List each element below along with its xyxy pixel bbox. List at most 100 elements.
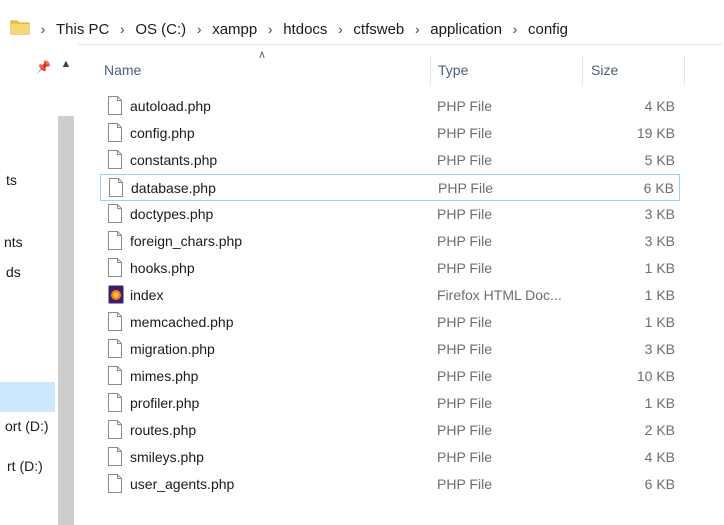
file-row[interactable]: routes.php PHP File 2 KB bbox=[100, 417, 680, 444]
file-size: 4 KB bbox=[644, 98, 675, 114]
file-type: PHP File bbox=[437, 125, 492, 141]
file-name: constants.php bbox=[130, 152, 218, 168]
document-icon bbox=[108, 150, 122, 169]
file-size: 2 KB bbox=[644, 422, 675, 438]
file-name: database.php bbox=[131, 180, 216, 196]
column-divider[interactable] bbox=[582, 55, 583, 85]
chevron-right-icon[interactable]: › bbox=[404, 21, 430, 37]
document-icon bbox=[108, 366, 122, 385]
chevron-right-icon[interactable]: › bbox=[257, 21, 283, 37]
file-name: smileys.php bbox=[130, 449, 204, 465]
column-header-type[interactable]: Type bbox=[438, 55, 468, 85]
sort-ascending-icon: ∧ bbox=[258, 49, 267, 61]
breadcrumb-item[interactable]: application bbox=[430, 21, 502, 38]
file-size: 1 KB bbox=[644, 314, 675, 330]
document-icon bbox=[108, 474, 122, 493]
file-row[interactable]: smileys.php PHP File 4 KB bbox=[100, 444, 680, 471]
chevron-right-icon[interactable]: › bbox=[502, 21, 528, 37]
chevron-right-icon[interactable]: › bbox=[186, 21, 212, 37]
file-type: PHP File bbox=[437, 341, 492, 357]
file-type: PHP File bbox=[437, 206, 492, 222]
column-header-size[interactable]: Size bbox=[591, 55, 618, 85]
nav-selected-highlight bbox=[0, 382, 55, 412]
file-name: foreign_chars.php bbox=[130, 233, 243, 249]
file-type: PHP File bbox=[437, 260, 492, 276]
column-header-name[interactable]: Name bbox=[104, 55, 141, 85]
scroll-up-icon[interactable]: ▲ bbox=[59, 58, 73, 72]
file-size: 3 KB bbox=[644, 341, 675, 357]
chevron-right-icon[interactable]: › bbox=[109, 21, 135, 37]
breadcrumb-item[interactable]: This PC bbox=[56, 21, 109, 38]
nav-item-drive[interactable]: ort (D:) bbox=[5, 418, 49, 434]
folder-icon bbox=[10, 20, 30, 35]
nav-item[interactable]: nts bbox=[4, 234, 23, 250]
pin-icon[interactable]: 📌 bbox=[36, 60, 52, 76]
file-row[interactable]: memcached.php PHP File 1 KB bbox=[100, 309, 680, 336]
nav-item[interactable]: ds bbox=[6, 264, 21, 280]
file-type: PHP File bbox=[437, 314, 492, 330]
file-size: 4 KB bbox=[644, 449, 675, 465]
file-name: memcached.php bbox=[130, 314, 234, 330]
file-size: 19 KB bbox=[636, 125, 675, 141]
document-icon bbox=[108, 123, 122, 142]
file-row[interactable]: database.php PHP File 6 KB bbox=[100, 174, 680, 201]
breadcrumb-item[interactable]: htdocs bbox=[283, 21, 327, 38]
file-size: 6 KB bbox=[643, 180, 674, 196]
chevron-right-icon[interactable]: › bbox=[327, 21, 353, 37]
file-size: 6 KB bbox=[644, 476, 675, 492]
file-size: 1 KB bbox=[644, 287, 675, 303]
nav-item-drive[interactable]: rt (D:) bbox=[7, 458, 43, 474]
breadcrumb-item[interactable]: ctfsweb bbox=[353, 21, 404, 38]
file-row[interactable]: profiler.php PHP File 1 KB bbox=[100, 390, 680, 417]
chevron-right-icon[interactable]: › bbox=[30, 21, 56, 37]
breadcrumb: › This PC › OS (C:) › xampp › htdocs › ctfsweb › ap… bbox=[30, 18, 568, 40]
document-icon bbox=[108, 393, 122, 412]
file-type: PHP File bbox=[437, 152, 492, 168]
breadcrumb-item[interactable]: xampp bbox=[212, 21, 257, 38]
file-row[interactable]: user_agents.php PHP File 6 KB bbox=[100, 471, 680, 498]
file-row[interactable]: foreign_chars.php PHP File 3 KB bbox=[100, 228, 680, 255]
file-size: 10 KB bbox=[636, 368, 675, 384]
nav-item[interactable]: ts bbox=[6, 172, 17, 188]
breadcrumb-item[interactable]: config bbox=[528, 21, 568, 38]
address-bar[interactable]: › This PC › OS (C:) › xampp › htdocs › ctfsweb › ap… bbox=[0, 0, 722, 45]
file-type: PHP File bbox=[437, 368, 492, 384]
file-name: doctypes.php bbox=[130, 206, 214, 222]
file-row[interactable]: mimes.php PHP File 10 KB bbox=[100, 363, 680, 390]
file-row[interactable]: migration.php PHP File 3 KB bbox=[100, 336, 680, 363]
nav-scrollbar-thumb[interactable] bbox=[58, 116, 74, 525]
file-row[interactable]: config.php PHP File 19 KB bbox=[100, 120, 680, 147]
column-divider[interactable] bbox=[684, 55, 685, 85]
file-size: 1 KB bbox=[644, 260, 675, 276]
file-type: PHP File bbox=[437, 98, 492, 114]
document-icon bbox=[108, 312, 122, 331]
document-icon bbox=[108, 339, 122, 358]
file-size: 3 KB bbox=[644, 206, 675, 222]
file-type: PHP File bbox=[437, 422, 492, 438]
file-type: PHP File bbox=[437, 449, 492, 465]
column-divider[interactable] bbox=[430, 55, 431, 85]
file-name: profiler.php bbox=[130, 395, 200, 411]
file-type: PHP File bbox=[437, 395, 492, 411]
file-row[interactable]: hooks.php PHP File 1 KB bbox=[100, 255, 680, 282]
file-name: autoload.php bbox=[130, 98, 211, 114]
document-icon bbox=[108, 258, 122, 277]
file-name: hooks.php bbox=[130, 260, 195, 276]
file-row[interactable]: autoload.php PHP File 4 KB bbox=[100, 93, 680, 120]
file-row[interactable]: index Firefox HTML Doc... 1 KB bbox=[100, 282, 680, 309]
file-name: mimes.php bbox=[130, 368, 199, 384]
document-icon bbox=[108, 96, 122, 115]
file-name: index bbox=[130, 287, 164, 303]
file-type: PHP File bbox=[437, 233, 492, 249]
file-size: 3 KB bbox=[644, 233, 675, 249]
file-name: migration.php bbox=[130, 341, 215, 357]
document-icon bbox=[108, 231, 122, 250]
breadcrumb-item[interactable]: OS (C:) bbox=[135, 21, 186, 38]
firefox-icon bbox=[108, 285, 124, 304]
file-name: routes.php bbox=[130, 422, 197, 438]
document-icon bbox=[109, 178, 123, 197]
file-type: Firefox HTML Doc... bbox=[437, 287, 562, 303]
file-type: PHP File bbox=[438, 180, 493, 196]
file-row[interactable]: doctypes.php PHP File 3 KB bbox=[100, 201, 680, 228]
file-row[interactable]: constants.php PHP File 5 KB bbox=[100, 147, 680, 174]
